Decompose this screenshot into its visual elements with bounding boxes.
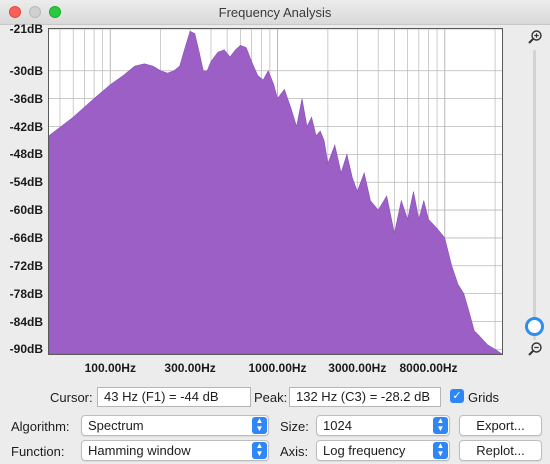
spectrum-area [49, 30, 502, 354]
replot-button[interactable]: Replot... [459, 440, 542, 461]
y-tick-label: -84dB [9, 314, 43, 329]
grids-label: Grids [468, 390, 500, 405]
y-tick-label: -60dB [9, 203, 43, 218]
function-label: Function: [11, 444, 65, 459]
y-tick-label: -21dB [9, 22, 43, 36]
zoom-slider-track[interactable] [533, 50, 536, 340]
peak-label: Peak: [254, 390, 288, 405]
y-tick-label: -66dB [9, 230, 43, 245]
cursor-readout-field[interactable]: 43 Hz (F1) = -44 dB [97, 387, 251, 407]
y-tick-label: -36dB [9, 91, 43, 106]
select-arrows-icon: ▲ ▼ [433, 442, 448, 459]
size-select[interactable]: 1024 ▲ ▼ [316, 415, 450, 436]
window-title: Frequency Analysis [218, 5, 332, 20]
x-tick-label: 300.00Hz [164, 361, 216, 375]
algorithm-value: Spectrum [88, 418, 144, 433]
title-bar: Frequency Analysis [0, 0, 550, 25]
select-arrows-icon: ▲ ▼ [433, 417, 448, 434]
y-tick-label: -42dB [9, 119, 43, 134]
spectrum-chart [49, 29, 502, 354]
axis-select[interactable]: Log frequency ▲ ▼ [316, 440, 450, 461]
size-value: 1024 [323, 418, 352, 433]
axis-value: Log frequency [323, 443, 406, 458]
x-tick-label: 3000.00Hz [328, 361, 387, 375]
function-select[interactable]: Hamming window ▲ ▼ [81, 440, 269, 461]
peak-readout-field[interactable]: 132 Hz (C3) = -28.2 dB [289, 387, 441, 407]
axis-label: Axis: [280, 444, 309, 459]
spectrum-plot[interactable] [48, 28, 503, 355]
x-tick-label: 100.00Hz [84, 361, 136, 375]
size-label: Size: [280, 419, 309, 434]
export-button[interactable]: Export... [459, 415, 542, 436]
cursor-label: Cursor: [50, 390, 93, 405]
x-tick-label: 8000.00Hz [399, 361, 458, 375]
zoom-slider-knob[interactable] [525, 317, 544, 336]
algorithm-select[interactable]: Spectrum ▲ ▼ [81, 415, 269, 436]
y-tick-label: -54dB [9, 175, 43, 190]
y-tick-label: -90dB [9, 342, 43, 357]
function-value: Hamming window [88, 443, 191, 458]
zoom-in-icon[interactable] [527, 29, 543, 45]
algorithm-label: Algorithm: [11, 419, 70, 434]
select-arrows-icon: ▲ ▼ [252, 417, 267, 434]
y-tick-label: -48dB [9, 147, 43, 162]
y-tick-label: -72dB [9, 258, 43, 273]
y-tick-label: -78dB [9, 286, 43, 301]
y-tick-label: -30dB [9, 63, 43, 78]
x-tick-label: 1000.00Hz [248, 361, 307, 375]
zoom-out-icon[interactable] [527, 341, 543, 357]
grids-checkbox[interactable]: ✓ [450, 389, 464, 403]
select-arrows-icon: ▲ ▼ [252, 442, 267, 459]
